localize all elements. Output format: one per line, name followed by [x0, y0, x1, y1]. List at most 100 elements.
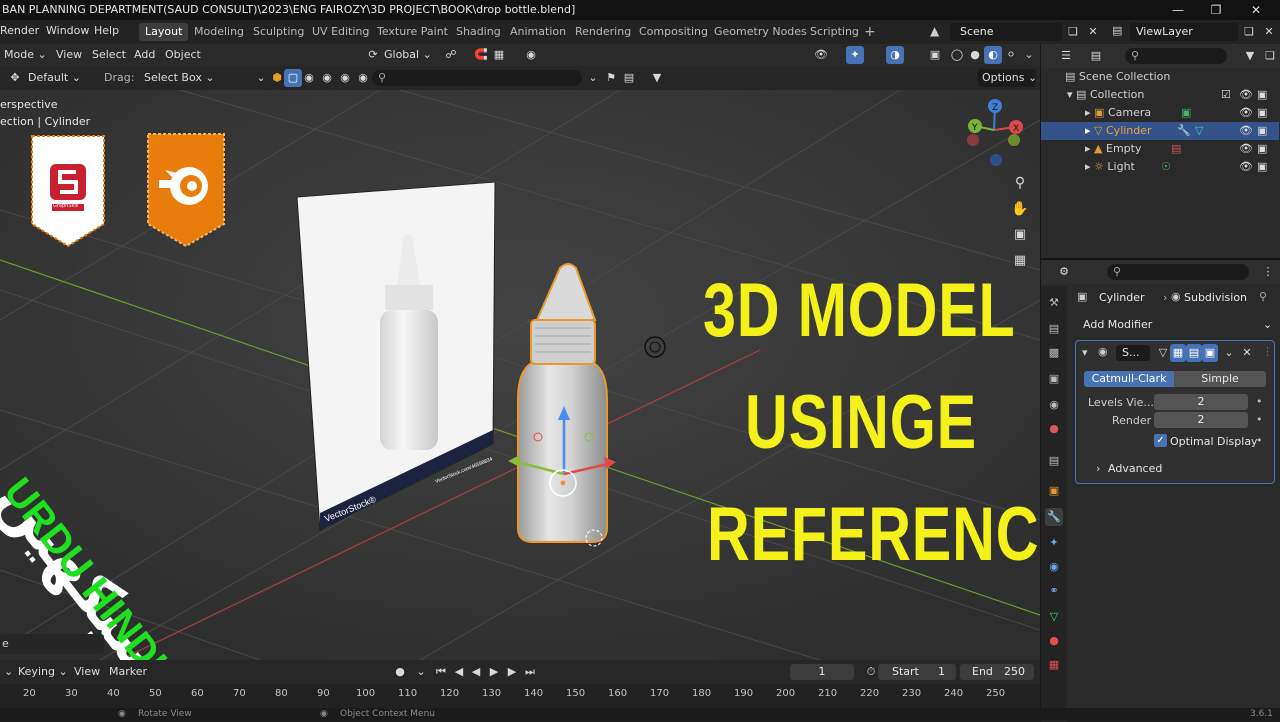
- menu-help[interactable]: Help: [94, 24, 119, 37]
- cylinder-visibility-icon[interactable]: 👁: [1239, 122, 1253, 140]
- close-window-button[interactable]: ✕: [1236, 0, 1276, 20]
- new-viewlayer-icon[interactable]: ❏: [1240, 23, 1258, 41]
- optimal-display-checkbox[interactable]: ✓: [1154, 434, 1167, 447]
- tab-sculpting[interactable]: Sculpting: [247, 23, 310, 41]
- tab-layout[interactable]: Layout: [139, 23, 189, 41]
- drag-handle-icon[interactable]: ⋮: [1262, 345, 1273, 358]
- outliner-item-camera[interactable]: ▸ ▣ Camera ▣ 👁 ▣: [1041, 104, 1279, 122]
- menu-window[interactable]: Window: [46, 24, 89, 37]
- levels-viewport-field[interactable]: 2: [1154, 394, 1248, 410]
- minimize-button[interactable]: —: [1158, 0, 1198, 20]
- rendered-shading-icon[interactable]: ⚪: [1002, 46, 1020, 64]
- options-dropdown[interactable]: Options ⌄: [978, 69, 1037, 87]
- start-frame-field[interactable]: Start 1: [878, 664, 956, 680]
- world-tab-icon[interactable]: ●: [1045, 420, 1063, 438]
- tab-geometry-nodes[interactable]: Geometry Nodes: [708, 23, 813, 41]
- light-render-icon[interactable]: ▣: [1257, 158, 1267, 176]
- delete-scene-icon[interactable]: ✕: [1084, 23, 1102, 41]
- tab-rendering[interactable]: Rendering: [569, 23, 637, 41]
- display-mode-icon[interactable]: ▤: [1087, 47, 1105, 65]
- overlay-toggle-icon[interactable]: ◑: [886, 46, 904, 64]
- light-visibility-icon[interactable]: 👁: [1239, 158, 1253, 176]
- advanced-expand-icon[interactable]: ›: [1096, 462, 1100, 475]
- timeline-menu-marker[interactable]: Marker: [105, 663, 151, 681]
- menu-view[interactable]: View: [52, 46, 86, 64]
- render-levels-field[interactable]: 2: [1154, 412, 1248, 428]
- data-tab-icon[interactable]: ▽: [1045, 608, 1063, 626]
- new-collection-icon[interactable]: ❏: [1261, 47, 1279, 65]
- collection-checkbox-icon[interactable]: ☑: [1221, 86, 1231, 104]
- collection-tab-icon[interactable]: ▤: [1045, 452, 1063, 470]
- collection-render-icon[interactable]: ▣: [1257, 86, 1267, 104]
- collapse-panel-icon[interactable]: ▾: [1082, 346, 1088, 359]
- drag-select-dropdown[interactable]: Select Box ⌄: [140, 69, 219, 87]
- render-tab-icon[interactable]: ▤: [1045, 320, 1063, 338]
- properties-editor-type-icon[interactable]: ⚙: [1055, 263, 1073, 281]
- perspective-toggle-icon[interactable]: ▦: [1011, 252, 1029, 270]
- levels-viewport-keyframe-icon[interactable]: •: [1256, 395, 1263, 408]
- collection-visibility-icon[interactable]: 👁: [1239, 86, 1253, 104]
- shading-options-icon[interactable]: ⌄: [1020, 46, 1038, 64]
- render-toggle-icon[interactable]: ▣: [1202, 344, 1218, 362]
- tab-texture-paint[interactable]: Texture Paint: [371, 23, 454, 41]
- tab-uv-editing[interactable]: UV Editing: [306, 23, 375, 41]
- bookmark-icon[interactable]: ⚑: [602, 69, 620, 87]
- proportional-edit-icon[interactable]: ◉: [522, 46, 540, 64]
- wireframe-shading-icon[interactable]: ◯: [948, 46, 966, 64]
- keying-dropdown[interactable]: Keying ⌄: [14, 663, 72, 681]
- material-tab-icon[interactable]: ●: [1045, 632, 1063, 650]
- scene-collection-row[interactable]: ▤ Scene Collection: [1041, 68, 1279, 86]
- cage-toggle-icon[interactable]: ▦: [1170, 344, 1186, 362]
- constraints-tab-icon[interactable]: ⚭: [1045, 582, 1063, 600]
- add-modifier-dropdown[interactable]: Add Modifier ⌄: [1075, 316, 1275, 334]
- tab-simple[interactable]: Simple: [1174, 371, 1266, 387]
- outliner-item-empty[interactable]: ▸ ▲ Empty ▤ 👁 ▣: [1041, 140, 1279, 158]
- material-shading-icon[interactable]: ◐: [984, 46, 1002, 64]
- outliner-item-cylinder[interactable]: ▸ ▽ Cylinder 🔧 ▽ 👁 ▣: [1041, 122, 1279, 140]
- empty-render-icon[interactable]: ▣: [1257, 140, 1267, 158]
- tab-animation[interactable]: Animation: [504, 23, 572, 41]
- tab-catmull-clark[interactable]: Catmull-Clark: [1084, 371, 1174, 387]
- zoom-icon[interactable]: ⚲: [1011, 174, 1029, 192]
- orientation-default-dropdown[interactable]: Default ⌄: [24, 69, 85, 87]
- scene-tab-icon[interactable]: ◉: [1045, 396, 1063, 414]
- cylinder-render-icon[interactable]: ▣: [1257, 122, 1267, 140]
- menu-select[interactable]: Select: [88, 46, 130, 64]
- tab-scripting[interactable]: Scripting: [804, 23, 865, 41]
- modifier-menu-chevron-icon[interactable]: ⌄: [1220, 344, 1238, 362]
- camera-visibility-icon[interactable]: 👁: [1239, 104, 1253, 122]
- record-keyframe-icon[interactable]: ●: [391, 663, 409, 681]
- optimal-display-keyframe-icon[interactable]: •: [1256, 434, 1263, 447]
- select-mode-icon-3[interactable]: ◉: [336, 69, 354, 87]
- play-reverse-icon[interactable]: ◀: [467, 663, 485, 681]
- tab-compositing[interactable]: Compositing: [633, 23, 714, 41]
- particles-tab-icon[interactable]: ✦: [1045, 534, 1063, 552]
- pan-hand-icon[interactable]: ✋: [1011, 200, 1029, 218]
- jump-end-icon[interactable]: ⏭: [521, 663, 539, 681]
- next-keyframe-icon[interactable]: ▶: [503, 663, 521, 681]
- filter-icon[interactable]: ▼: [648, 69, 666, 87]
- transform-orientation-dropdown[interactable]: Global ⌄: [380, 46, 436, 64]
- end-frame-field[interactable]: End 250: [960, 664, 1034, 680]
- outliner-filter-icon[interactable]: ▼: [1241, 47, 1259, 65]
- snap-target-icon[interactable]: ▦: [490, 46, 508, 64]
- outliner-item-light[interactable]: ▸ ☼ Light ☉ 👁 ▣: [1041, 158, 1279, 176]
- filter-dropdown-icon[interactable]: ⌄: [584, 69, 602, 87]
- current-frame-field[interactable]: 1: [790, 664, 854, 680]
- select-mode-icon-2[interactable]: ◉: [318, 69, 336, 87]
- tab-modeling[interactable]: Modeling: [188, 23, 250, 41]
- texture-tab-icon[interactable]: ▦: [1045, 656, 1063, 674]
- camera-view-icon[interactable]: ▣: [1011, 226, 1029, 244]
- tab-shading[interactable]: Shading: [450, 23, 507, 41]
- navigation-gizmo[interactable]: Z Y X: [960, 94, 1032, 170]
- pivot-icon[interactable]: ☍: [442, 46, 460, 64]
- timeline-menu-view[interactable]: View: [70, 663, 104, 681]
- viewlayer-selector[interactable]: ViewLayer: [1130, 23, 1238, 41]
- new-scene-icon[interactable]: ❏: [1064, 23, 1082, 41]
- menu-add[interactable]: Add: [130, 46, 159, 64]
- output-tab-icon[interactable]: ▩: [1045, 344, 1063, 362]
- delete-viewlayer-icon[interactable]: ✕: [1260, 23, 1278, 41]
- select-mode-icon-4[interactable]: ◉: [354, 69, 372, 87]
- scene-selector[interactable]: Scene: [950, 23, 1062, 41]
- solid-shading-icon[interactable]: ●: [966, 46, 984, 64]
